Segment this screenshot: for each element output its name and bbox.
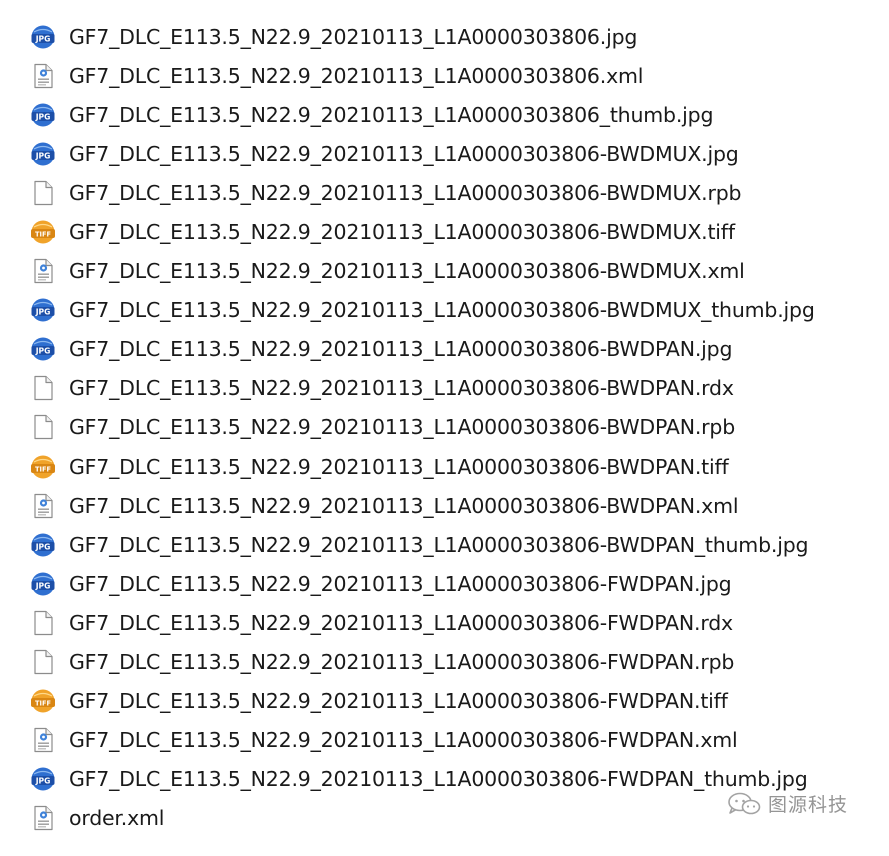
blank-file-icon (30, 180, 56, 206)
svg-text:TIFF: TIFF (35, 231, 51, 239)
xml-file-icon (30, 727, 56, 753)
jpg-file-icon: JPG (30, 297, 56, 323)
file-row[interactable]: JPG GF7_DLC_E113.5_N22.9_20210113_L1A0000… (30, 330, 815, 369)
jpg-file-icon: JPG (30, 766, 56, 792)
file-row[interactable]: TIFF GF7_DLC_E113.5_N22.9_20210113_L1A000… (30, 212, 815, 251)
file-name: GF7_DLC_E113.5_N22.9_20210113_L1A0000303… (69, 532, 809, 557)
wechat-icon (726, 791, 762, 817)
file-name: GF7_DLC_E113.5_N22.9_20210113_L1A0000303… (69, 63, 644, 88)
jpg-file-icon: JPG (30, 571, 56, 597)
file-name: GF7_DLC_E113.5_N22.9_20210113_L1A0000303… (69, 220, 735, 245)
svg-text:JPG: JPG (35, 308, 51, 317)
file-name: GF7_DLC_E113.5_N22.9_20210113_L1A0000303… (69, 415, 736, 440)
file-row[interactable]: JPG GF7_DLC_E113.5_N22.9_20210113_L1A0000… (30, 134, 815, 173)
xml-file-icon (30, 63, 56, 89)
file-row[interactable]: GF7_DLC_E113.5_N22.9_20210113_L1A0000303… (30, 486, 815, 525)
file-row[interactable]: GF7_DLC_E113.5_N22.9_20210113_L1A0000303… (30, 408, 815, 447)
file-name: order.xml (69, 806, 165, 831)
blank-file-icon (30, 414, 56, 440)
tiff-file-icon: TIFF (30, 219, 56, 245)
blank-file-icon (30, 610, 56, 636)
file-name: GF7_DLC_E113.5_N22.9_20210113_L1A0000303… (69, 102, 714, 127)
file-row[interactable]: JPG GF7_DLC_E113.5_N22.9_20210113_L1A0000… (30, 291, 815, 330)
svg-text:JPG: JPG (35, 581, 51, 590)
jpg-file-icon: JPG (30, 336, 56, 362)
jpg-file-icon: JPG (30, 102, 56, 128)
svg-text:JPG: JPG (35, 151, 51, 160)
file-row[interactable]: JPG GF7_DLC_E113.5_N22.9_20210113_L1A0000… (30, 564, 815, 603)
file-row[interactable]: JPG GF7_DLC_E113.5_N22.9_20210113_L1A0000… (30, 760, 815, 799)
file-row[interactable]: JPG GF7_DLC_E113.5_N22.9_20210113_L1A0000… (30, 525, 815, 564)
file-name: GF7_DLC_E113.5_N22.9_20210113_L1A0000303… (69, 728, 738, 753)
file-row[interactable]: GF7_DLC_E113.5_N22.9_20210113_L1A0000303… (30, 252, 815, 291)
xml-file-icon (30, 805, 56, 831)
file-row[interactable]: GF7_DLC_E113.5_N22.9_20210113_L1A0000303… (30, 643, 815, 682)
file-row[interactable]: JPG GF7_DLC_E113.5_N22.9_20210113_L1A0000… (30, 95, 815, 134)
file-row[interactable]: order.xml (30, 799, 815, 838)
file-name: GF7_DLC_E113.5_N22.9_20210113_L1A0000303… (69, 571, 732, 596)
file-name: GF7_DLC_E113.5_N22.9_20210113_L1A0000303… (69, 180, 742, 205)
jpg-file-icon: JPG (30, 141, 56, 167)
blank-file-icon (30, 649, 56, 675)
watermark: 图源科技 (726, 790, 848, 817)
file-name: GF7_DLC_E113.5_N22.9_20210113_L1A0000303… (69, 650, 735, 675)
svg-text:JPG: JPG (35, 34, 51, 43)
watermark-text: 图源科技 (768, 794, 849, 816)
svg-text:JPG: JPG (35, 542, 51, 551)
svg-text:JPG: JPG (35, 347, 51, 356)
file-name: GF7_DLC_E113.5_N22.9_20210113_L1A0000303… (69, 141, 739, 166)
file-name: GF7_DLC_E113.5_N22.9_20210113_L1A0000303… (69, 493, 739, 518)
file-name: GF7_DLC_E113.5_N22.9_20210113_L1A0000303… (69, 298, 815, 323)
file-row[interactable]: GF7_DLC_E113.5_N22.9_20210113_L1A0000303… (30, 56, 815, 95)
file-list: JPG GF7_DLC_E113.5_N22.9_20210113_L1A0000… (30, 17, 815, 838)
svg-text:TIFF: TIFF (35, 465, 51, 473)
file-row[interactable]: GF7_DLC_E113.5_N22.9_20210113_L1A0000303… (30, 721, 815, 760)
file-row[interactable]: JPG GF7_DLC_E113.5_N22.9_20210113_L1A0000… (30, 17, 815, 56)
svg-text:TIFF: TIFF (35, 700, 51, 708)
file-name: GF7_DLC_E113.5_N22.9_20210113_L1A0000303… (69, 689, 728, 714)
file-row[interactable]: GF7_DLC_E113.5_N22.9_20210113_L1A0000303… (30, 603, 815, 642)
file-row[interactable]: GF7_DLC_E113.5_N22.9_20210113_L1A0000303… (30, 369, 815, 408)
jpg-file-icon: JPG (30, 24, 56, 50)
file-name: GF7_DLC_E113.5_N22.9_20210113_L1A0000303… (69, 610, 733, 635)
file-name: GF7_DLC_E113.5_N22.9_20210113_L1A0000303… (69, 767, 808, 792)
blank-file-icon (30, 375, 56, 401)
tiff-file-icon: TIFF (30, 454, 56, 480)
file-row[interactable]: GF7_DLC_E113.5_N22.9_20210113_L1A0000303… (30, 173, 815, 212)
file-name: GF7_DLC_E113.5_N22.9_20210113_L1A0000303… (69, 337, 733, 362)
file-name: GF7_DLC_E113.5_N22.9_20210113_L1A0000303… (69, 24, 638, 49)
xml-file-icon (30, 258, 56, 284)
file-row[interactable]: TIFF GF7_DLC_E113.5_N22.9_20210113_L1A000… (30, 447, 815, 486)
file-name: GF7_DLC_E113.5_N22.9_20210113_L1A0000303… (69, 259, 745, 284)
xml-file-icon (30, 493, 56, 519)
svg-text:JPG: JPG (35, 777, 51, 786)
jpg-file-icon: JPG (30, 532, 56, 558)
svg-text:JPG: JPG (35, 112, 51, 121)
file-name: GF7_DLC_E113.5_N22.9_20210113_L1A0000303… (69, 454, 729, 479)
file-name: GF7_DLC_E113.5_N22.9_20210113_L1A0000303… (69, 376, 734, 401)
tiff-file-icon: TIFF (30, 688, 56, 714)
file-row[interactable]: TIFF GF7_DLC_E113.5_N22.9_20210113_L1A000… (30, 682, 815, 721)
